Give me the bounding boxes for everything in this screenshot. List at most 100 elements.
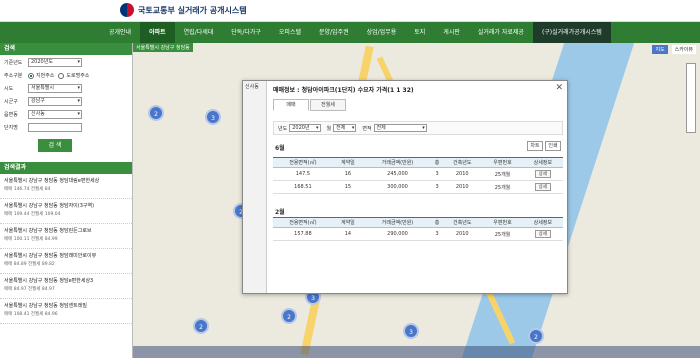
map-cluster[interactable]: 3 bbox=[205, 109, 221, 125]
table-row: 157.88 14 290,000 3 2010 25개월 상세 bbox=[273, 227, 563, 241]
chart-button[interactable]: 차트 bbox=[527, 141, 543, 151]
skyview-button[interactable]: 스카이뷰 bbox=[671, 45, 696, 54]
result-title: 서울특별시 강남구 청담동 청담린든그로브 bbox=[4, 228, 92, 234]
col-header: 우편번호 bbox=[482, 157, 523, 168]
nav-item-villa[interactable]: 연립/다세대 bbox=[175, 22, 223, 43]
popup-tabs: 매매 전월세 bbox=[273, 99, 347, 111]
col-header: 상세정보 bbox=[522, 217, 563, 228]
result-item[interactable]: 서울특별시 강남구 청담동 청담e편한세상3 매매 84.97 전월세 84.9… bbox=[0, 274, 132, 299]
table-row: 147.5 16 245,000 3 2010 25개월 상세 bbox=[273, 167, 563, 181]
nav-item-presale[interactable]: 분양/입주권 bbox=[310, 22, 358, 43]
search-sidebar: 검색 기준년도 2020년도 주소구분 지번주소 도로명주소 시도 서울특별시 … bbox=[0, 43, 133, 358]
gu-select[interactable]: 강남구 bbox=[28, 97, 82, 106]
nav-item-officetel[interactable]: 오피스텔 bbox=[270, 22, 310, 43]
nav-item-land[interactable]: 토지 bbox=[405, 22, 434, 43]
col-header: 계약일 bbox=[332, 157, 364, 168]
result-sub: 매매 84.89 전월세 89.82 bbox=[4, 262, 55, 267]
map-cluster[interactable]: 3 bbox=[403, 323, 419, 339]
complex-name-input[interactable] bbox=[28, 123, 82, 132]
result-sub: 매매 146.74 전월세 84 bbox=[4, 187, 51, 192]
result-item[interactable]: 서울특별시 강남구 청담동 청담자이(3구역) 매매 109.44 전월세 10… bbox=[0, 199, 132, 224]
results-section-title: 검색결과 bbox=[0, 162, 132, 174]
result-item[interactable]: 서울특별시 강남구 청담동 청담대림e편한세상 매매 146.74 전월세 84 bbox=[0, 174, 132, 199]
result-item[interactable]: 서울특별시 강남구 청담동 청담래미안로이뷰 매매 84.89 전월세 89.8… bbox=[0, 249, 132, 274]
detail-button[interactable]: 상세 bbox=[534, 170, 551, 178]
cell: 상세 bbox=[522, 227, 563, 241]
cell: 300,000 bbox=[363, 180, 432, 194]
city-select[interactable]: 서울특별시 bbox=[28, 84, 82, 93]
transactions-table: 전용면적(㎡) 계약일 거래금액(만원) 층 건축년도 우편번호 상세정보 15… bbox=[273, 217, 563, 241]
tab-rent[interactable]: 전월세 bbox=[310, 99, 346, 111]
cell: 147.5 bbox=[273, 167, 333, 181]
result-title: 서울특별시 강남구 청담동 청담e편한세상3 bbox=[4, 278, 94, 284]
site-logo[interactable]: 국토교통부 실거래가 공개시스템 bbox=[120, 3, 247, 17]
filter-month-select[interactable]: 전체 bbox=[333, 124, 357, 132]
result-item[interactable]: 서울특별시 강남구 청담동 청담센트레빌 매매 108.41 전월세 84.96 bbox=[0, 299, 132, 324]
print-button[interactable]: 인쇄 bbox=[545, 141, 561, 151]
cell: 25개월 bbox=[482, 180, 523, 194]
cell: 2010 bbox=[442, 227, 483, 241]
transaction-popup: 신사동 매매정보 : 청담아이파크(1단지) 수요자 가격(1 1 32) ✕ … bbox=[242, 80, 568, 294]
cell: 상세 bbox=[522, 167, 563, 181]
search-button[interactable]: 검 색 bbox=[38, 139, 72, 152]
nav-item-apartment[interactable]: 아파트 bbox=[140, 22, 175, 43]
col-header: 전용면적(㎡) bbox=[273, 217, 333, 228]
col-header: 상세정보 bbox=[522, 157, 563, 168]
address-type-label: 주소구분 bbox=[4, 73, 23, 79]
radio-jibun[interactable] bbox=[28, 72, 34, 79]
map-button[interactable]: 지도 bbox=[652, 45, 668, 54]
city-label: 시도 bbox=[4, 86, 14, 92]
close-icon[interactable]: ✕ bbox=[555, 83, 563, 93]
cell: 157.88 bbox=[273, 227, 333, 241]
col-header: 층 bbox=[432, 157, 443, 168]
cell: 168.51 bbox=[273, 180, 333, 194]
complex-name-label: 단지명 bbox=[4, 125, 18, 131]
col-header: 건축년도 bbox=[442, 157, 483, 168]
result-title: 서울특별시 강남구 청담동 청담대림e편한세상 bbox=[4, 178, 100, 184]
filter-area-label: 면적 bbox=[362, 125, 372, 132]
filter-year-select[interactable]: 2020년 bbox=[289, 124, 321, 132]
result-sub: 매매 100.11 전월세 84.99 bbox=[4, 237, 58, 242]
result-item[interactable]: 서울특별시 강남구 청담동 청담린든그로브 매매 100.11 전월세 84.9… bbox=[0, 224, 132, 249]
map-location-label: 서울특별시 강남구 청담동 bbox=[133, 43, 193, 52]
map-cluster[interactable]: 2 bbox=[193, 318, 209, 334]
col-header: 층 bbox=[432, 217, 443, 228]
cell: 3 bbox=[432, 180, 443, 194]
government-emblem-icon bbox=[120, 3, 134, 17]
col-header: 우편번호 bbox=[482, 217, 523, 228]
nav-item-data[interactable]: 실거래가 자료제공 bbox=[469, 22, 533, 43]
detail-button[interactable]: 상세 bbox=[534, 183, 551, 191]
filter-area-select[interactable]: 전체 bbox=[373, 124, 427, 132]
map-cluster[interactable]: 2 bbox=[148, 105, 164, 121]
radio-road[interactable] bbox=[58, 72, 65, 79]
map-cluster[interactable]: 2 bbox=[281, 308, 297, 324]
cell: 25개월 bbox=[482, 227, 523, 241]
map-cluster[interactable]: 2 bbox=[528, 328, 544, 344]
radio-road-label: 도로명주소 bbox=[66, 73, 90, 79]
table-row: 168.51 15 300,000 3 2010 25개월 상세 bbox=[273, 180, 563, 194]
cell: 16 bbox=[332, 167, 364, 181]
popup-side-label: 신사동 bbox=[243, 81, 267, 293]
period-label: 기준년도 bbox=[4, 60, 23, 66]
result-sub: 매매 109.44 전월세 109.04 bbox=[4, 212, 61, 217]
main-nav: 공개안내 아파트 연립/다세대 단독/다가구 오피스텔 분양/입주권 상업/업무… bbox=[0, 22, 700, 43]
col-header: 거래금액(만원) bbox=[363, 157, 432, 168]
result-title: 서울특별시 강남구 청담동 청담래미안로이뷰 bbox=[4, 253, 97, 259]
map-type-controls: 지도 스카이뷰 bbox=[650, 45, 696, 54]
cell: 25개월 bbox=[482, 167, 523, 181]
dong-select[interactable]: 신사동 bbox=[28, 110, 82, 119]
nav-item-guide[interactable]: 공개안내 bbox=[100, 22, 140, 43]
nav-item-house[interactable]: 단독/다가구 bbox=[222, 22, 270, 43]
filter-row: 년도 2020년 월 전체 면적 전체 bbox=[273, 121, 563, 135]
filter-year-label: 년도 bbox=[278, 125, 288, 132]
detail-button[interactable]: 상세 bbox=[534, 230, 551, 238]
nav-item-board[interactable]: 게시판 bbox=[434, 22, 469, 43]
tab-sale[interactable]: 매매 bbox=[273, 99, 309, 111]
nav-item-old-system[interactable]: (구)실거래가공개시스템 bbox=[532, 22, 611, 43]
nav-item-commercial[interactable]: 상업/업무용 bbox=[358, 22, 406, 43]
filter-month-label: 월 bbox=[326, 125, 332, 132]
period-select[interactable]: 2020년도 bbox=[28, 58, 82, 67]
zoom-slider[interactable] bbox=[686, 63, 696, 133]
site-header: 국토교통부 실거래가 공개시스템 bbox=[0, 0, 700, 22]
popup-title: 매매정보 : 청담아이파크(1단지) 수요자 가격(1 1 32) bbox=[273, 87, 414, 94]
